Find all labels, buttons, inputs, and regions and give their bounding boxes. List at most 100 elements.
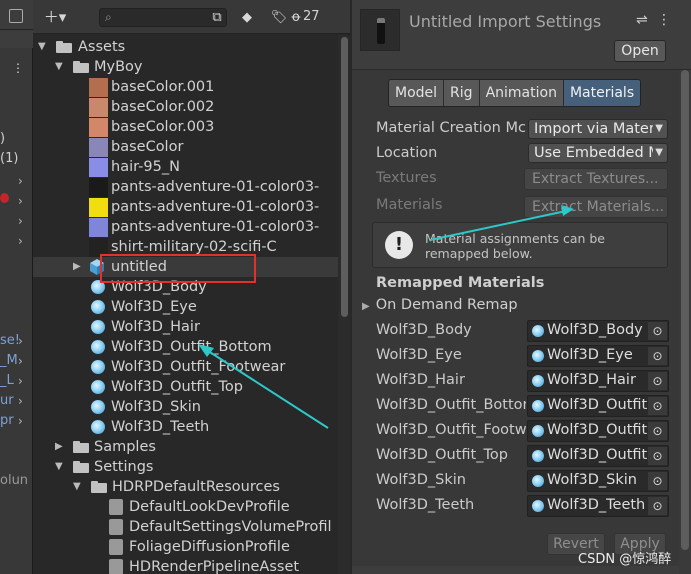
hierarchy-item-fragment[interactable]: _L xyxy=(0,373,14,388)
create-button[interactable]: ＋▾ xyxy=(41,7,69,27)
material-object-field[interactable]: Wolf3D_Teeth ⊙ xyxy=(527,495,669,517)
tree-item-samples[interactable]: ▶ Samples xyxy=(33,437,338,457)
tab-animation[interactable]: Animation xyxy=(479,80,564,106)
scrollbar-thumb[interactable] xyxy=(681,70,689,550)
tree-item-material[interactable]: Wolf3D_Outfit_Top xyxy=(33,377,338,397)
filter-by-type-icon[interactable]: ◆ xyxy=(237,8,257,28)
material-object-field[interactable]: Wolf3D_Body ⊙ xyxy=(527,320,669,342)
open-button[interactable]: Open xyxy=(614,40,666,62)
tab-materials[interactable]: Materials xyxy=(563,80,641,106)
material-sphere-icon xyxy=(91,320,105,334)
expanded-arrow-icon[interactable]: ▼ xyxy=(55,57,63,77)
expand-arrow-icon[interactable]: › xyxy=(18,194,23,208)
expand-arrow-icon[interactable]: › xyxy=(18,174,23,188)
object-picker-icon[interactable]: ⊙ xyxy=(648,497,667,515)
tree-item-texture[interactable]: pants-adventure-01-color03- xyxy=(33,177,338,197)
expand-arrow-icon[interactable]: › xyxy=(18,374,23,388)
material-object-field[interactable]: Wolf3D_Eye ⊙ xyxy=(527,345,669,367)
on-demand-remap-foldout[interactable]: ▶ On Demand Remap xyxy=(362,297,518,313)
tree-item-label: baseColor.002 xyxy=(111,99,215,115)
tree-item-texture[interactable]: baseColor xyxy=(33,137,338,157)
material-object-field[interactable]: Wolf3D_Skin ⊙ xyxy=(527,470,669,492)
inspector-scrollbar[interactable] xyxy=(679,70,691,574)
expanded-arrow-icon[interactable]: ▼ xyxy=(55,457,63,477)
remap-label: Wolf3D_Outfit_Footw xyxy=(376,422,526,438)
tree-item-profile[interactable]: DefaultSettingsVolumeProfil xyxy=(33,517,338,537)
tab-rig[interactable]: Rig xyxy=(444,80,480,106)
expand-arrow-icon[interactable]: › xyxy=(18,214,23,228)
expanded-arrow-icon[interactable]: ▼ xyxy=(73,477,81,497)
tree-item-texture[interactable]: baseColor.003 xyxy=(33,117,338,137)
tree-item-material[interactable]: Wolf3D_Outfit_Bottom xyxy=(33,337,338,357)
object-picker-icon[interactable]: ⊙ xyxy=(648,422,667,440)
expanded-arrow-icon[interactable]: ▼ xyxy=(38,37,46,57)
project-scrollbar[interactable] xyxy=(338,35,350,574)
location-dropdown[interactable]: Use Embedded M ▼ xyxy=(528,143,668,163)
tree-item-material[interactable]: Wolf3D_Teeth xyxy=(33,417,338,437)
maximize-icon[interactable] xyxy=(9,9,23,23)
tree-item-texture[interactable]: pants-adventure-01-color03- xyxy=(33,217,338,237)
label-tag-icon[interactable]: 🏷︎ xyxy=(269,8,289,28)
tree-item-texture[interactable]: pants-adventure-01-color03- xyxy=(33,197,338,217)
remap-label: Wolf3D_Outfit_Bottor xyxy=(376,397,526,413)
collapsed-arrow-icon[interactable]: ▶ xyxy=(362,301,370,312)
tree-item-texture[interactable]: baseColor.001 xyxy=(33,77,338,97)
scriptable-object-icon xyxy=(109,499,123,515)
kebab-menu-icon[interactable]: ⋮ xyxy=(12,62,24,74)
info-message: Material assignments can be remapped bel… xyxy=(425,231,605,261)
expand-arrow-icon[interactable]: › xyxy=(18,394,23,408)
tree-item-material[interactable]: Wolf3D_Skin xyxy=(33,397,338,417)
material-sphere-icon xyxy=(532,450,544,462)
folder-icon xyxy=(73,61,89,73)
expand-arrow-icon[interactable]: › xyxy=(18,234,23,248)
tree-item-label: baseColor.003 xyxy=(111,119,215,135)
kebab-menu-icon[interactable]: ⋮ xyxy=(657,12,671,28)
tree-item-material[interactable]: Wolf3D_Eye xyxy=(33,297,338,317)
object-picker-icon[interactable]: ⊙ xyxy=(648,397,667,415)
hierarchy-item-fragment[interactable]: se! xyxy=(0,333,20,348)
red-object-icon xyxy=(0,193,9,203)
object-picker-icon[interactable]: ⊙ xyxy=(648,472,667,490)
scrollbar-thumb[interactable] xyxy=(341,37,348,317)
expand-arrow-icon[interactable]: › xyxy=(18,414,23,428)
material-object-field[interactable]: Wolf3D_Outfit ⊙ xyxy=(527,445,669,467)
tab-model[interactable]: Model xyxy=(389,80,445,106)
chevron-down-icon: ▼ xyxy=(653,120,663,138)
tree-item-label: Wolf3D_Outfit_Footwear xyxy=(111,359,286,375)
expand-arrow-icon[interactable]: › xyxy=(18,334,23,348)
tree-item-hdrp-resources[interactable]: ▼ HDRPDefaultResources xyxy=(33,477,338,497)
tree-item-settings[interactable]: ▼ Settings xyxy=(33,457,338,477)
material-creation-dropdown[interactable]: Import via Mater ▼ xyxy=(528,119,668,139)
tree-item-profile[interactable]: DefaultLookDevProfile xyxy=(33,497,338,517)
object-picker-icon[interactable]: ⊙ xyxy=(648,347,667,365)
preset-icon[interactable]: ⇌ xyxy=(636,12,648,28)
object-picker-icon[interactable]: ⊙ xyxy=(648,322,667,340)
tree-item-profile[interactable]: HDRenderPipelineAsset xyxy=(33,557,338,574)
material-object-field[interactable]: Wolf3D_Hair ⊙ xyxy=(527,370,669,392)
tree-item-myboy[interactable]: ▼ MyBoy xyxy=(33,57,338,77)
inspector-title: Untitled Import Settings xyxy=(409,12,602,31)
import-tabs: Model Rig Animation Materials xyxy=(388,79,642,107)
hierarchy-item-fragment[interactable]: ur xyxy=(0,393,14,408)
extract-materials-button[interactable]: Extract Materials... xyxy=(524,196,668,218)
material-object-field[interactable]: Wolf3D_Outfit ⊙ xyxy=(527,420,669,442)
hierarchy-item-fragment[interactable]: _M xyxy=(0,353,18,368)
material-object-field[interactable]: Wolf3D_Outfit ⊙ xyxy=(527,395,669,417)
tree-item-texture[interactable]: baseColor.002 xyxy=(33,97,338,117)
tree-item-material[interactable]: Wolf3D_Outfit_Footwear xyxy=(33,357,338,377)
extract-textures-button[interactable]: Extract Textures... xyxy=(524,168,668,190)
dropdown-value: Use Embedded M xyxy=(534,145,661,161)
tree-item-label: pants-adventure-01-color03- xyxy=(111,199,320,215)
expand-arrow-icon[interactable]: › xyxy=(18,354,23,368)
hierarchy-item-fragment[interactable]: pr xyxy=(0,413,14,428)
tree-item-assets[interactable]: ▼ Assets xyxy=(33,37,338,57)
object-picker-icon[interactable]: ⊙ xyxy=(648,372,667,390)
object-picker-icon[interactable]: ⊙ xyxy=(648,447,667,465)
tree-item-profile[interactable]: FoliageDiffusionProfile xyxy=(33,537,338,557)
collapsed-arrow-icon[interactable]: ▶ xyxy=(55,437,63,457)
tree-item-label: Samples xyxy=(94,439,156,455)
tree-item-texture[interactable]: hair-95_N xyxy=(33,157,338,177)
collapsed-arrow-icon[interactable]: ▶ xyxy=(73,257,81,277)
tree-item-material[interactable]: Wolf3D_Hair xyxy=(33,317,338,337)
search-by-type-icon[interactable]: ⧉ xyxy=(207,8,227,28)
